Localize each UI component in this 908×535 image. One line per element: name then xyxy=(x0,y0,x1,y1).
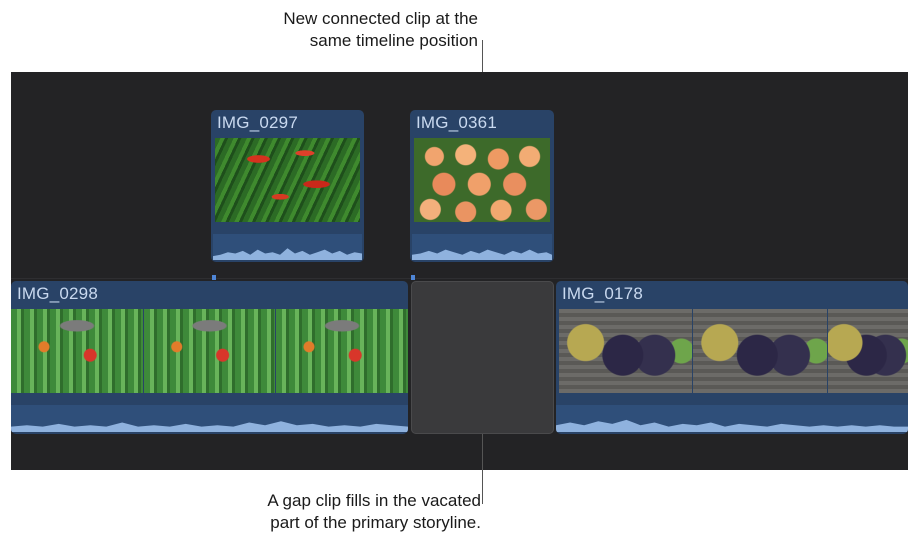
timeline[interactable]: IMG_0297 IMG_0361 IMG_0298 IMG_0178 xyxy=(11,72,908,470)
filmstrip-frame xyxy=(11,309,144,393)
filmstrip-frame xyxy=(827,309,908,393)
waveform-graphic xyxy=(556,419,908,432)
clip-name: IMG_0361 xyxy=(416,113,497,132)
clip-filmstrip xyxy=(11,309,408,393)
waveform-graphic xyxy=(11,421,408,432)
clip-filmstrip xyxy=(559,309,908,393)
callout-line: New connected clip at the xyxy=(283,9,478,28)
clip-name: IMG_0178 xyxy=(562,284,643,303)
audio-waveform xyxy=(556,405,908,432)
storyline-clip-img-0178[interactable]: IMG_0178 xyxy=(556,281,908,434)
waveform-graphic xyxy=(412,249,552,260)
filmstrip-frame xyxy=(143,309,277,393)
audio-waveform xyxy=(11,405,408,432)
filmstrip-frame xyxy=(276,309,408,393)
clip-thumbnail xyxy=(414,138,550,222)
callout-line: part of the primary storyline. xyxy=(270,513,481,532)
callout-gap-clip: A gap clip fills in the vacated part of … xyxy=(267,490,481,534)
filmstrip-frame xyxy=(559,309,694,393)
clip-name: IMG_0298 xyxy=(17,284,98,303)
connection-marker xyxy=(212,275,216,280)
audio-waveform xyxy=(412,234,552,260)
connection-marker xyxy=(411,275,415,280)
connected-clip-img-0297[interactable]: IMG_0297 xyxy=(211,110,364,262)
clip-name: IMG_0297 xyxy=(217,113,298,132)
callout-line: A gap clip fills in the vacated xyxy=(267,491,481,510)
clip-thumbnail xyxy=(215,138,360,222)
callout-connected-clip: New connected clip at the same timeline … xyxy=(283,8,478,52)
connected-clip-img-0361[interactable]: IMG_0361 xyxy=(410,110,554,262)
storyline-clip-img-0298[interactable]: IMG_0298 xyxy=(11,281,408,434)
waveform-graphic xyxy=(213,248,362,260)
callout-line: same timeline position xyxy=(309,31,478,50)
callout-leader-line xyxy=(482,434,483,504)
audio-waveform xyxy=(213,234,362,260)
filmstrip-frame xyxy=(693,309,828,393)
lane-divider xyxy=(11,278,908,279)
gap-clip[interactable] xyxy=(411,281,554,434)
